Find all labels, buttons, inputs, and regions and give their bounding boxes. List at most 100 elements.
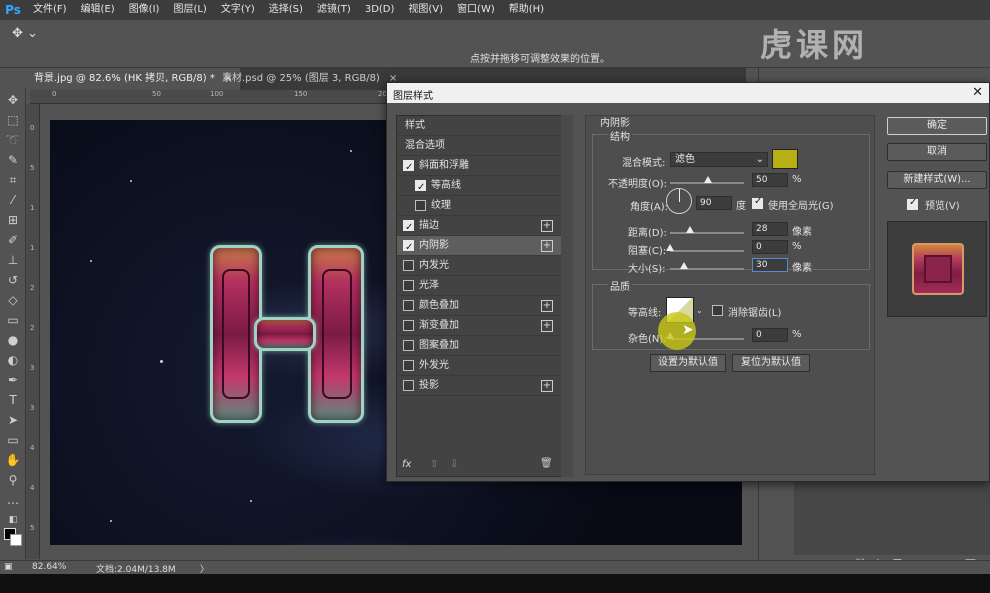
brush-icon[interactable]: ✐	[4, 232, 22, 248]
style-list-item[interactable]: 渐变叠加 +	[397, 316, 561, 336]
dodge-icon[interactable]: ◐	[4, 352, 22, 368]
style-list-item[interactable]: 投影 +	[397, 376, 561, 396]
move-down-icon[interactable]: ⇩	[450, 459, 458, 470]
menu-file[interactable]: 文件(F)	[26, 0, 74, 20]
eraser-icon[interactable]: ◇	[4, 292, 22, 308]
move-up-icon[interactable]: ⇧	[430, 459, 438, 470]
default-colors-icon[interactable]: ◧	[4, 512, 22, 528]
menu-3d[interactable]: 3D(D)	[358, 0, 402, 20]
tab-background-doc[interactable]: 背景.jpg @ 82.6% (HK 拷贝, RGB/8) * ×	[26, 68, 241, 90]
style-checkbox[interactable]	[403, 360, 414, 371]
style-list-item[interactable]: 内阴影 +	[397, 236, 561, 258]
ok-button[interactable]: 确定	[887, 117, 987, 135]
type-icon[interactable]: T	[4, 392, 22, 408]
history-brush-icon[interactable]: ↺	[4, 272, 22, 288]
preview-checkbox[interactable]	[907, 197, 918, 210]
opacity-slider-thumb[interactable]	[704, 176, 712, 183]
style-list-item[interactable]: 内发光	[397, 256, 561, 276]
global-light-checkbox[interactable]	[752, 196, 763, 209]
close-icon[interactable]: ✕	[972, 85, 983, 100]
distance-input[interactable]: 28	[752, 222, 788, 236]
menu-type[interactable]: 文字(Y)	[214, 0, 262, 20]
style-checkbox[interactable]	[403, 238, 414, 258]
zoom-icon[interactable]: ⚲	[4, 472, 22, 488]
menu-image[interactable]: 图像(I)	[122, 0, 167, 20]
style-list-item[interactable]: 样式	[397, 116, 561, 136]
style-checkbox[interactable]	[403, 260, 414, 271]
style-list-item[interactable]: 图案叠加	[397, 336, 561, 356]
shape-icon[interactable]: ▭	[4, 432, 22, 448]
eyedropper-icon[interactable]: ⁄	[4, 192, 22, 208]
antialias-checkbox[interactable]	[712, 305, 723, 316]
angle-dial[interactable]	[666, 188, 692, 214]
stamp-icon[interactable]: ⊥	[4, 252, 22, 268]
distance-slider[interactable]	[670, 232, 744, 234]
new-style-button[interactable]: 新建样式(W)...	[887, 171, 987, 189]
menu-help[interactable]: 帮助(H)	[502, 0, 551, 20]
marquee-icon[interactable]: ⬚	[4, 112, 22, 128]
fx-icon[interactable]: fx	[402, 459, 411, 470]
style-list-item[interactable]: 描边 +	[397, 216, 561, 238]
hand-icon[interactable]: ✋	[4, 452, 22, 468]
trash-icon[interactable]: 🗑	[540, 458, 553, 469]
add-effect-icon[interactable]: +	[541, 220, 553, 232]
add-effect-icon[interactable]: +	[541, 300, 553, 312]
style-list-item[interactable]: 颜色叠加 +	[397, 296, 561, 316]
menu-window[interactable]: 窗口(W)	[450, 0, 502, 20]
add-effect-icon[interactable]: +	[541, 380, 553, 392]
style-list-item[interactable]: 纹理	[397, 196, 561, 216]
choke-slider[interactable]	[670, 250, 744, 252]
style-list-item[interactable]: 光泽	[397, 276, 561, 296]
style-list-item[interactable]: 等高线	[397, 176, 561, 198]
style-checkbox[interactable]	[415, 200, 426, 211]
distance-slider-thumb[interactable]	[686, 226, 694, 233]
blur-icon[interactable]: ●	[4, 332, 22, 348]
angle-input[interactable]: 90	[696, 196, 732, 210]
menu-edit[interactable]: 编辑(E)	[74, 0, 122, 20]
pen-icon[interactable]: ✒	[4, 372, 22, 388]
menu-layer[interactable]: 图层(L)	[166, 0, 213, 20]
move-icon[interactable]: ✥	[4, 92, 22, 108]
style-checkbox[interactable]	[415, 178, 426, 198]
style-checkbox[interactable]	[403, 380, 414, 391]
tab-material-doc[interactable]: 素材.psd @ 25% (图层 3, RGB/8) ×	[214, 68, 405, 90]
size-input[interactable]: 30	[752, 258, 788, 272]
path-select-icon[interactable]: ➤	[4, 412, 22, 428]
style-list-item[interactable]: 斜面和浮雕	[397, 156, 561, 178]
menu-select[interactable]: 选择(S)	[262, 0, 310, 20]
add-effect-icon[interactable]: +	[541, 320, 553, 332]
add-effect-icon[interactable]: +	[541, 240, 553, 252]
style-list-item[interactable]: 混合选项	[397, 136, 561, 156]
choke-input[interactable]: 0	[752, 240, 788, 254]
set-default-button[interactable]: 设置为默认值	[650, 354, 726, 372]
menu-filter[interactable]: 滤镜(T)	[310, 0, 358, 20]
style-checkbox[interactable]	[403, 280, 414, 291]
healing-icon[interactable]: ⊞	[4, 212, 22, 228]
style-checkbox[interactable]	[403, 218, 414, 238]
chevron-down-icon[interactable]: ⌄	[696, 306, 703, 315]
style-checkbox[interactable]	[403, 340, 414, 351]
lasso-icon[interactable]: ➰	[4, 132, 22, 148]
crop-icon[interactable]: ⌗	[4, 172, 22, 188]
color-swatches-icon[interactable]	[4, 528, 22, 546]
noise-input[interactable]: 0	[752, 328, 788, 342]
quick-select-icon[interactable]: ✎	[4, 152, 22, 168]
style-checkbox[interactable]	[403, 300, 414, 311]
move-tool-icon[interactable]: ✥ ⌄	[12, 26, 38, 41]
zoom-level[interactable]: 82.64%	[32, 562, 66, 572]
gradient-icon[interactable]: ▭	[4, 312, 22, 328]
style-checkbox[interactable]	[403, 158, 414, 178]
style-checkbox[interactable]	[403, 320, 414, 331]
shadow-color-swatch[interactable]	[772, 149, 798, 169]
style-list-scrollbar[interactable]	[561, 115, 573, 477]
blend-mode-select[interactable]: 滤色 ⌄	[670, 152, 768, 167]
size-slider-thumb[interactable]	[680, 262, 688, 269]
more-tools-icon[interactable]: …	[4, 492, 22, 508]
cancel-button[interactable]: 取消	[887, 143, 987, 161]
dialog-titlebar[interactable]: 图层样式 ✕	[387, 83, 989, 103]
menu-view[interactable]: 视图(V)	[401, 0, 450, 20]
style-list-item[interactable]: 外发光	[397, 356, 561, 376]
opacity-input[interactable]: 50	[752, 173, 788, 187]
reset-default-button[interactable]: 复位为默认值	[732, 354, 810, 372]
choke-slider-thumb[interactable]	[666, 244, 674, 251]
